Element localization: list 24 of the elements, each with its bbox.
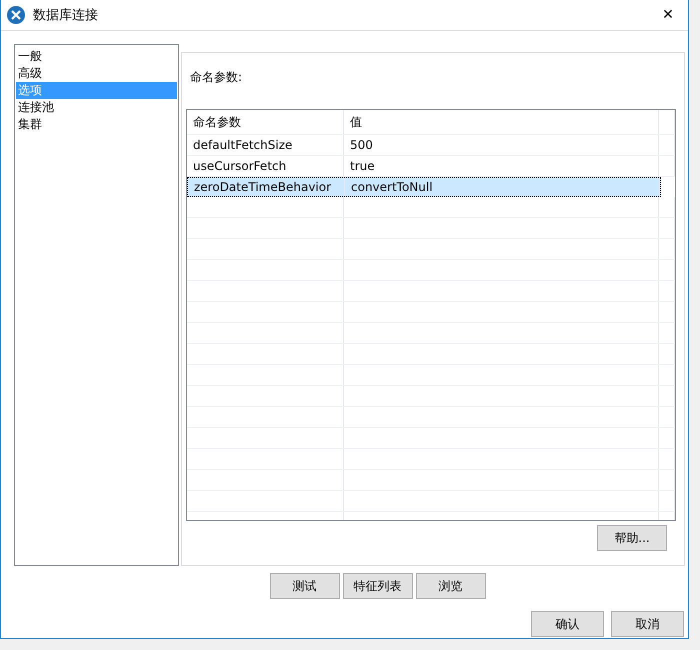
dialog-button[interactable]: 取消 (611, 611, 684, 637)
action-button[interactable]: 浏览 (416, 573, 486, 599)
table-row[interactable]: zeroDateTimeBehavior convertToNull (187, 177, 661, 197)
category-item[interactable]: 高级 (16, 65, 177, 82)
table-cell: true (344, 156, 659, 176)
action-button[interactable]: 测试 (270, 573, 340, 599)
table-cell: defaultFetchSize (187, 135, 344, 155)
column-header[interactable]: 命名参数 (187, 110, 344, 134)
table-row[interactable]: defaultFetchSize 500 (187, 135, 675, 156)
help-button[interactable]: 帮助... (597, 525, 667, 551)
table-cell: 500 (344, 135, 659, 155)
window-title: 数据库连接 (33, 7, 99, 24)
section-label: 命名参数: (190, 69, 244, 86)
category-item[interactable]: 集群 (16, 116, 177, 133)
dialog-button[interactable]: 确认 (531, 611, 604, 637)
column-header[interactable]: 值 (344, 110, 659, 134)
table-cell: convertToNull (345, 178, 660, 196)
category-item[interactable]: 一般 (16, 48, 177, 65)
category-item[interactable]: 连接池 (16, 99, 177, 116)
action-button[interactable]: 特征列表 (342, 573, 412, 599)
app-logo-icon (7, 6, 25, 24)
table-cell: useCursorFetch (187, 156, 344, 176)
table-cell: zeroDateTimeBehavior (188, 178, 345, 196)
close-button[interactable]: ✕ (648, 0, 688, 30)
